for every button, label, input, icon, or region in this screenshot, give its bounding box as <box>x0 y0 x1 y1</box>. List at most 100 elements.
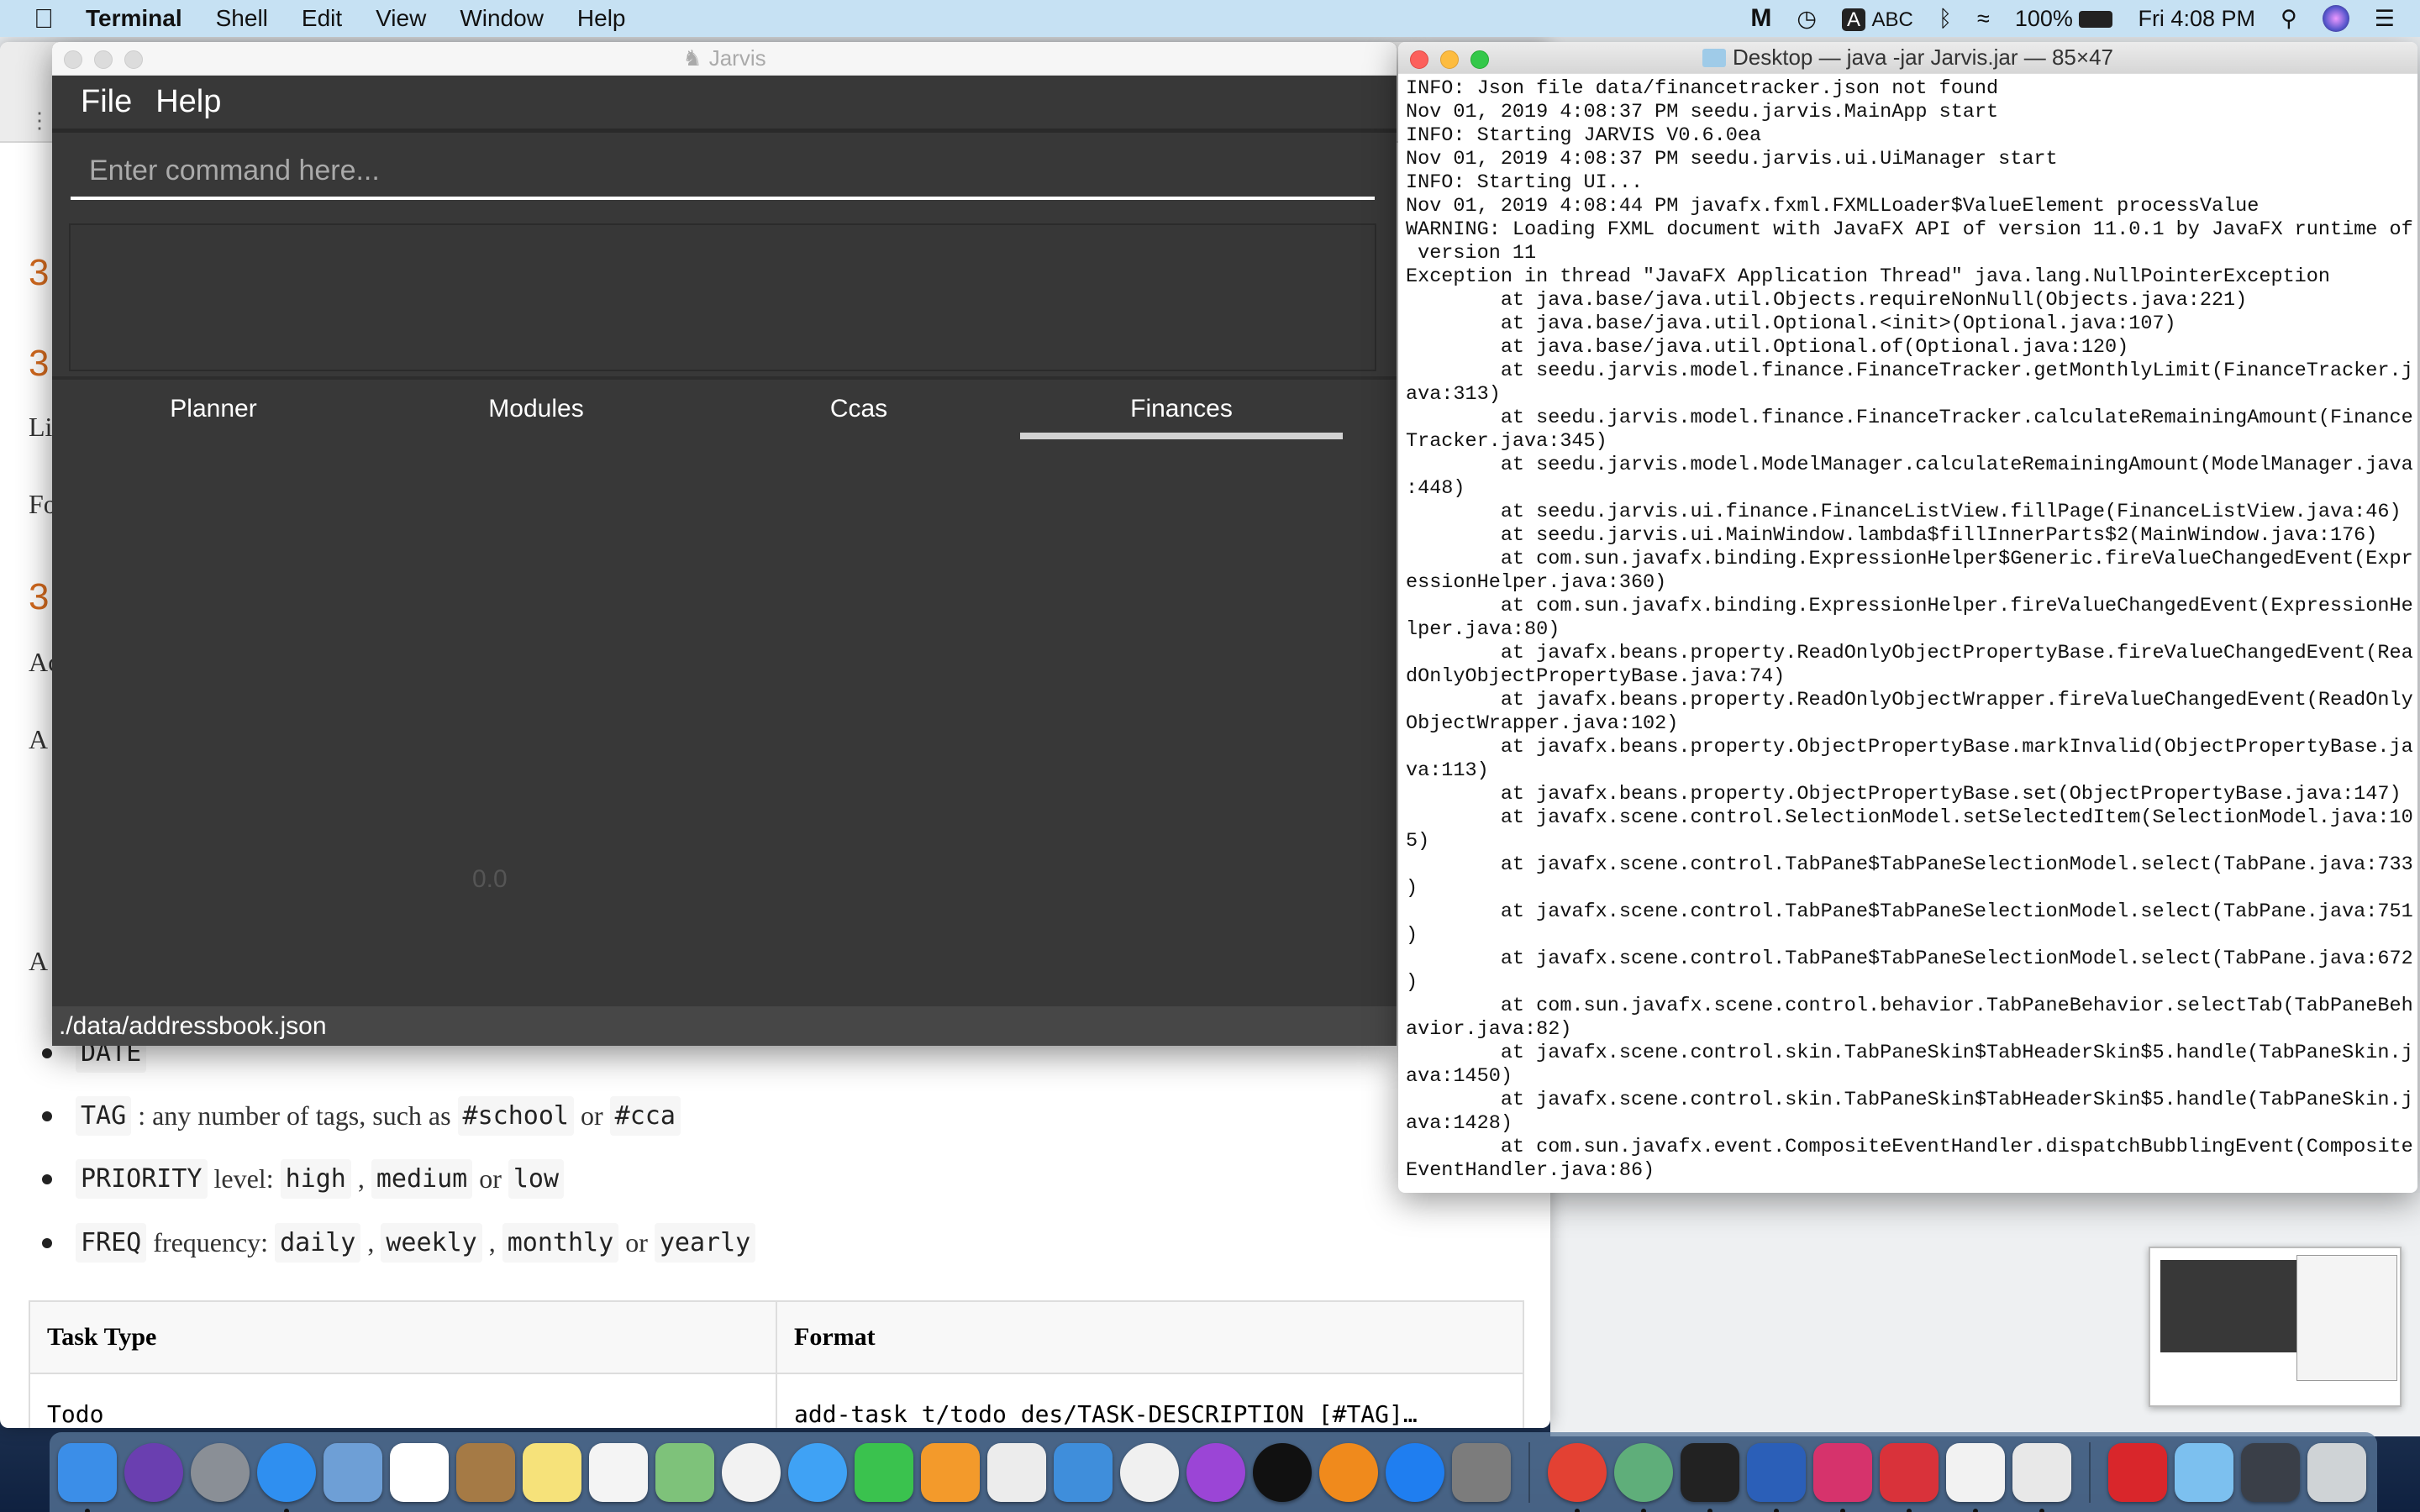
text: : any number of tags, such as <box>131 1100 458 1131</box>
chrome-icon[interactable] <box>1548 1442 1607 1512</box>
tab-ccas[interactable]: Ccas <box>697 395 1020 423</box>
mail-icon[interactable] <box>324 1442 382 1502</box>
tv-icon[interactable] <box>1253 1442 1312 1502</box>
title-bar[interactable]: ♞ Jarvis <box>52 42 1397 76</box>
menu-help[interactable]: Help <box>577 5 626 32</box>
photos-icon[interactable] <box>722 1442 781 1502</box>
reminders-icon[interactable] <box>589 1442 648 1502</box>
input-source[interactable]: A ABC <box>1841 6 1913 32</box>
menu-help[interactable]: Help <box>155 84 221 120</box>
screenshot-icon[interactable] <box>2241 1442 2300 1502</box>
close-button[interactable] <box>1410 50 1428 69</box>
safari-icon[interactable] <box>257 1442 316 1512</box>
terminal-line: at com.sun.javafx.event.CompositeEventHa… <box>1406 1136 2413 1158</box>
menu-shell[interactable]: Shell <box>216 5 268 32</box>
menu-app-name[interactable]: Terminal <box>86 5 182 32</box>
text: , <box>360 1227 381 1257</box>
terminal-line: at seedu.jarvis.model.ModelManager.calcu… <box>1406 454 2413 476</box>
app-icon: ♞ <box>682 45 702 71</box>
dock <box>50 1432 2377 1512</box>
terminal-line: ava:313) <box>1406 383 1501 406</box>
paragraph-text: A <box>29 724 49 754</box>
minimize-button[interactable] <box>1440 50 1459 69</box>
terminal-line: at seedu.jarvis.ui.finance.FinanceListVi… <box>1406 501 2402 523</box>
table-cell: Todo <box>29 1373 777 1428</box>
maps-icon[interactable] <box>655 1442 714 1502</box>
bluetooth-icon[interactable]: ᛒ <box>1939 6 1952 32</box>
music-icon[interactable] <box>1120 1442 1179 1502</box>
close-button[interactable] <box>64 50 82 69</box>
terminal-output[interactable]: INFO: Json file data/financetracker.json… <box>1398 74 2417 1183</box>
dock-separator <box>1528 1441 1530 1503</box>
zoom-button[interactable] <box>124 50 143 69</box>
menu-file[interactable]: File <box>81 84 132 120</box>
contacts-icon[interactable] <box>456 1442 515 1502</box>
keynote-icon[interactable] <box>1054 1442 1113 1502</box>
intellij-icon[interactable] <box>1813 1442 1872 1512</box>
finder-icon[interactable] <box>58 1442 117 1512</box>
menu-edit[interactable]: Edit <box>302 5 342 32</box>
menu-window[interactable]: Window <box>460 5 544 32</box>
calendar-icon[interactable] <box>390 1442 449 1502</box>
input-source-label: ABC <box>1871 8 1913 31</box>
bullet <box>42 1173 52 1184</box>
word-icon[interactable] <box>1747 1442 1806 1512</box>
terminal-line: 5) <box>1406 830 1430 853</box>
selected-tab-indicator <box>1020 433 1343 439</box>
input-badge: A <box>1841 8 1865 31</box>
inline-code: PRIORITY <box>76 1159 208 1199</box>
preview-icon[interactable] <box>2012 1442 2071 1512</box>
menu-bar:  Terminal Shell Edit View Window Help M… <box>0 0 2420 37</box>
clock[interactable]: Fri 4:08 PM <box>2138 6 2255 32</box>
window-title: Desktop — java -jar Jarvis.jar — 85×47 <box>1732 45 2113 70</box>
inline-code: weekly <box>381 1223 482 1263</box>
system-preferences-icon[interactable] <box>1452 1442 1511 1502</box>
facetime-icon[interactable] <box>855 1442 913 1502</box>
table-header: Format <box>776 1300 1524 1374</box>
atom-icon[interactable] <box>1614 1442 1673 1512</box>
inline-code: low <box>508 1159 565 1199</box>
minimize-button[interactable] <box>94 50 113 69</box>
menu-view[interactable]: View <box>376 5 426 32</box>
textedit-icon[interactable] <box>1946 1442 2005 1512</box>
notification-center-icon[interactable]: ☰ <box>2375 6 2395 32</box>
terminal-line: at javafx.scene.control.SelectionModel.s… <box>1406 806 2413 829</box>
inline-code: yearly <box>654 1223 756 1263</box>
battery-status[interactable]: 100% <box>2015 6 2113 32</box>
title-bar[interactable]: Desktop — java -jar Jarvis.jar — 85×47 <box>1398 42 2417 74</box>
command-input[interactable]: Enter command here... <box>71 141 1375 200</box>
podcasts-icon[interactable] <box>1186 1442 1245 1502</box>
tab-planner[interactable]: Planner <box>52 395 375 423</box>
text: frequency: <box>146 1227 276 1257</box>
downloads-folder-icon[interactable] <box>2175 1442 2233 1502</box>
terminal-icon[interactable] <box>1681 1442 1739 1512</box>
siri-icon[interactable] <box>2322 5 2349 32</box>
tab-modules[interactable]: Modules <box>375 395 697 423</box>
text: or <box>472 1163 508 1194</box>
terminal-line: at javafx.scene.control.TabPane$TabPaneS… <box>1406 948 2413 970</box>
spotlight-search-icon[interactable]: ⚲ <box>2281 6 2297 32</box>
app-store-icon[interactable] <box>1386 1442 1444 1502</box>
trash-icon[interactable] <box>2307 1442 2366 1502</box>
launchpad-icon[interactable] <box>191 1442 250 1502</box>
books-icon[interactable] <box>1319 1442 1378 1502</box>
terminal-line: dOnlyObjectPropertyBase.java:74) <box>1406 665 1786 688</box>
terminal-line: ) <box>1406 971 1418 994</box>
wifi-icon[interactable]: ≈ <box>1977 6 1990 32</box>
screenshot-thumbnail[interactable] <box>2149 1247 2402 1407</box>
app-menu-bar: File Help <box>52 76 1397 133</box>
angular-icon[interactable] <box>1880 1442 1939 1512</box>
siri-icon[interactable] <box>124 1442 183 1502</box>
tab-finances[interactable]: Finances <box>1020 395 1343 423</box>
terminal-line: lper.java:80) <box>1406 618 1560 641</box>
notes-icon[interactable] <box>523 1442 581 1502</box>
stop-icon[interactable] <box>2108 1442 2167 1502</box>
apple-menu-icon[interactable]:  <box>34 3 54 34</box>
numbers-icon[interactable] <box>987 1442 1046 1502</box>
pages-icon[interactable] <box>921 1442 980 1502</box>
table-row: Todo add-task t/todo des/TASK-DESCRIPTION… <box>29 1373 1524 1428</box>
malwarebytes-icon[interactable]: M <box>1750 4 1771 33</box>
messages-icon[interactable] <box>788 1442 847 1502</box>
zoom-button[interactable] <box>1470 50 1489 69</box>
time-machine-icon[interactable]: ◷ <box>1797 6 1817 32</box>
